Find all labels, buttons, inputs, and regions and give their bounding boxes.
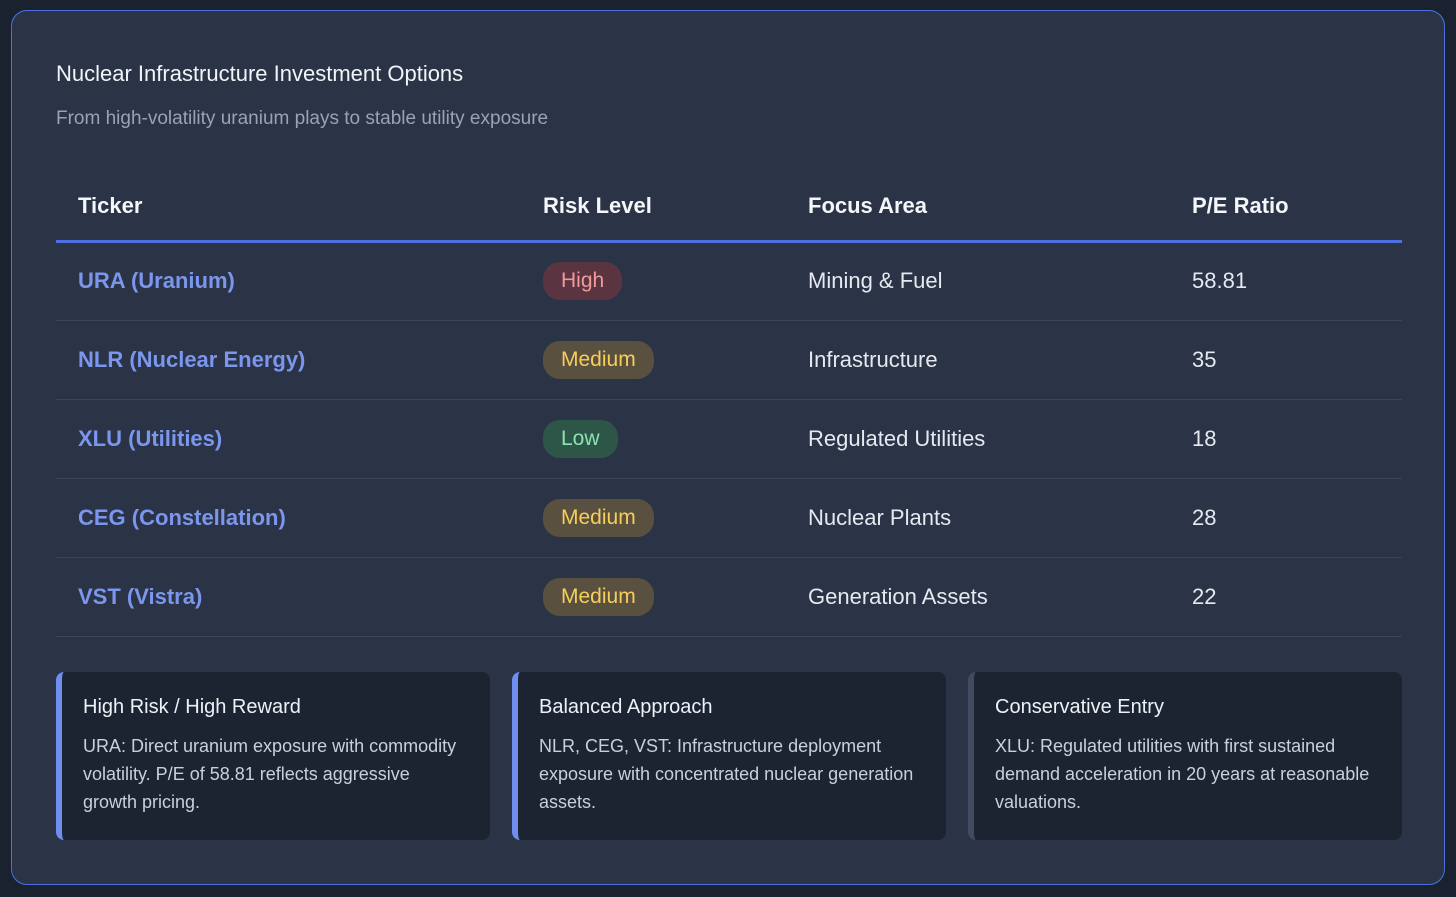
note-title: High Risk / High Reward <box>83 696 301 718</box>
ticker-link[interactable]: NLR (Nuclear Energy) <box>78 347 305 372</box>
note-body: URA: Direct uranium exposure with commod… <box>83 736 457 812</box>
focus-cell: Nuclear Plants <box>786 478 1170 558</box>
table-row: VST (Vistra) Medium Generation Assets 22 <box>56 557 1402 637</box>
column-header-risk-level: Risk Level <box>521 173 786 243</box>
ticker-cell[interactable]: URA (Uranium) <box>56 241 521 321</box>
column-header-focus-area: Focus Area <box>786 173 1170 243</box>
ticker-cell[interactable]: XLU (Utilities) <box>56 399 521 479</box>
focus-cell: Regulated Utilities <box>786 399 1170 479</box>
ticker-link[interactable]: VST (Vistra) <box>78 584 202 609</box>
focus-cell: Mining & Fuel <box>786 241 1170 321</box>
ticker-cell[interactable]: CEG (Constellation) <box>56 478 521 558</box>
column-header-ticker: Ticker <box>56 173 521 243</box>
column-header-pe-ratio: P/E Ratio <box>1170 173 1402 243</box>
strategy-notes: High Risk / High Reward URA: Direct uran… <box>56 672 1402 840</box>
risk-cell: High <box>521 241 786 321</box>
card-title: Nuclear Infrastructure Investment Option… <box>56 61 464 86</box>
investment-table: Ticker Risk Level Focus Area P/E Ratio U… <box>56 173 1402 637</box>
ticker-link[interactable]: CEG (Constellation) <box>78 505 286 530</box>
risk-cell: Medium <box>521 478 786 558</box>
table-header-row: Ticker Risk Level Focus Area P/E Ratio <box>56 173 1402 243</box>
risk-badge: High <box>543 262 623 300</box>
focus-cell: Infrastructure <box>786 320 1170 400</box>
risk-badge: Medium <box>543 340 654 379</box>
pe-cell: 58.81 <box>1170 241 1402 321</box>
note-balanced: Balanced Approach NLR, CEG, VST: Infrast… <box>512 672 946 840</box>
note-conservative: Conservative Entry XLU: Regulated utilit… <box>968 672 1402 840</box>
note-title: Balanced Approach <box>539 696 713 718</box>
table-row: XLU (Utilities) Low Regulated Utilities … <box>56 399 1402 479</box>
pe-cell: 35 <box>1170 320 1402 400</box>
table-row: URA (Uranium) High Mining & Fuel 58.81 <box>56 241 1402 321</box>
risk-badge: Low <box>543 419 618 458</box>
pe-cell: 18 <box>1170 399 1402 479</box>
risk-cell: Medium <box>521 557 786 637</box>
note-body: XLU: Regulated utilities with first sust… <box>995 736 1370 812</box>
note-body: NLR, CEG, VST: Infrastructure deployment… <box>539 736 914 812</box>
risk-badge: Medium <box>543 498 654 537</box>
pe-cell: 28 <box>1170 478 1402 558</box>
ticker-link[interactable]: URA (Uranium) <box>78 268 235 293</box>
investment-options-card: Nuclear Infrastructure Investment Option… <box>11 10 1445 885</box>
ticker-cell[interactable]: NLR (Nuclear Energy) <box>56 320 521 400</box>
focus-cell: Generation Assets <box>786 557 1170 637</box>
table-row: CEG (Constellation) Medium Nuclear Plant… <box>56 478 1402 558</box>
risk-badge: Medium <box>543 577 654 616</box>
table-row: NLR (Nuclear Energy) Medium Infrastructu… <box>56 320 1402 400</box>
pe-cell: 22 <box>1170 557 1402 637</box>
card-subtitle: From high-volatility uranium plays to st… <box>56 108 549 129</box>
risk-cell: Low <box>521 399 786 479</box>
risk-cell: Medium <box>521 320 786 400</box>
ticker-link[interactable]: XLU (Utilities) <box>78 426 222 451</box>
note-high-risk: High Risk / High Reward URA: Direct uran… <box>56 672 490 840</box>
note-title: Conservative Entry <box>995 696 1164 718</box>
ticker-cell[interactable]: VST (Vistra) <box>56 557 521 637</box>
